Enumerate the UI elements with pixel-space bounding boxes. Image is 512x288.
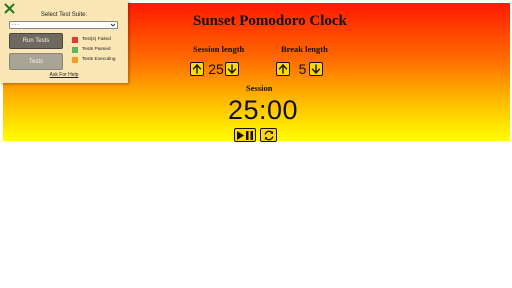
arrow-up-icon <box>192 64 202 74</box>
executing-swatch <box>72 56 78 63</box>
refresh-icon <box>264 130 273 140</box>
arrow-up-icon <box>278 64 288 74</box>
legend-item-passed: Tests Passed <box>72 46 111 53</box>
test-suite-select[interactable]: - - - <box>9 21 118 29</box>
legend-label: Test(s) Failed <box>82 37 111 42</box>
app-title: Sunset Pomodoro Clock <box>193 13 347 29</box>
legend-item-failed: Test(s) Failed <box>72 36 111 43</box>
session-length-value: 25 <box>208 61 224 77</box>
arrow-down-icon <box>311 64 321 74</box>
session-increment-button[interactable] <box>190 62 204 76</box>
select-test-suite-label: Select Test Suite: <box>40 12 88 18</box>
session-decrement-button[interactable] <box>225 62 239 76</box>
legend-label: Tests Passed <box>82 47 111 52</box>
timer-label: Session <box>246 83 273 93</box>
tests-button[interactable]: Tests <box>9 53 63 70</box>
break-length-label: Break length <box>281 44 328 54</box>
reset-button[interactable] <box>260 128 277 142</box>
run-tests-button[interactable]: Run Tests <box>9 33 63 49</box>
legend-label: Tests Executing <box>82 57 116 62</box>
selected-suite-value: - - - <box>12 22 19 27</box>
break-decrement-button[interactable] <box>309 62 323 76</box>
start-stop-button[interactable] <box>234 128 256 142</box>
break-increment-button[interactable] <box>276 62 290 76</box>
ask-for-help-link[interactable]: Ask For Help <box>0 72 128 78</box>
session-length-label: Session length <box>193 44 245 54</box>
test-suite-panel: Select Test Suite: - - - Run Tests Tests… <box>0 0 128 83</box>
time-left-display: 25:00 <box>228 95 299 125</box>
failed-swatch <box>72 36 78 43</box>
legend-item-executing: Tests Executing <box>72 56 116 63</box>
chevron-down-icon <box>110 23 116 27</box>
passed-swatch <box>72 46 78 53</box>
arrow-down-icon <box>227 64 237 74</box>
play-pause-icon <box>237 130 253 140</box>
